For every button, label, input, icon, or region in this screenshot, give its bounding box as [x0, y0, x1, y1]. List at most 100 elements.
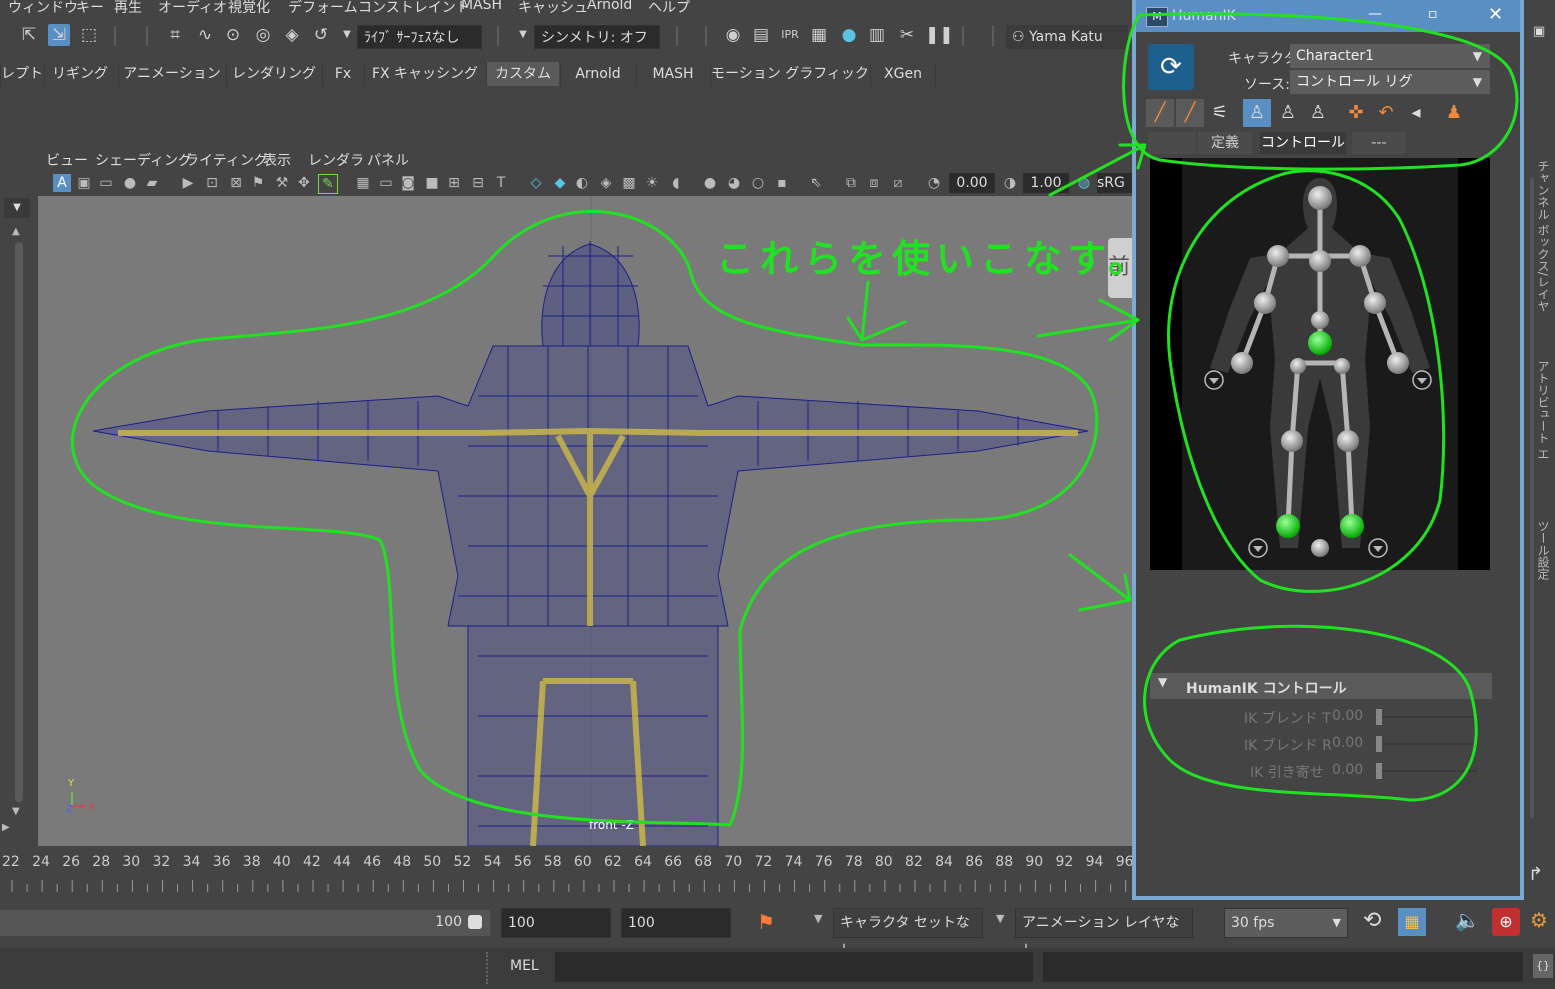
shelf-tab-animation[interactable]: アニメーション — [118, 62, 225, 86]
pin-translation-icon[interactable]: ✜ — [1342, 99, 1370, 127]
xray-components-icon[interactable]: ⧄ — [889, 174, 907, 192]
bookmark-icon[interactable]: ▭ — [97, 174, 115, 192]
tab-definition[interactable]: 定義 — [1198, 132, 1252, 154]
right-scrollbar[interactable] — [1530, 178, 1534, 818]
render-view-icon[interactable]: ◉ — [722, 24, 744, 46]
panel-menu-view[interactable]: ビュー — [46, 150, 88, 170]
two-d-pan-icon[interactable]: ▰ — [143, 174, 161, 192]
expand-right-icon[interactable]: ▶ — [2, 822, 14, 836]
select-component-icon[interactable]: ⬚ — [78, 24, 100, 46]
tab-controls[interactable]: コントロール — [1260, 132, 1346, 154]
left-scrollbar[interactable] — [15, 242, 23, 802]
isolate-select-icon[interactable]: ⇖ — [807, 174, 825, 192]
grid-icon[interactable]: ▦ — [354, 174, 372, 192]
camera-icon[interactable]: ▶ — [179, 174, 197, 192]
shelf-tab-motion-graphics[interactable]: モーション グラフィックス — [710, 62, 869, 106]
shelf-tab-fx-caching[interactable]: FX キャッシング — [364, 62, 485, 86]
pin-rotation-icon[interactable]: ↶ — [1372, 99, 1400, 127]
shelf-tab-rigging[interactable]: リギング — [44, 62, 115, 86]
dock-tab-tool-settings[interactable]: ツール設定 — [1532, 520, 1552, 650]
menu-visualize[interactable]: 視覚化 — [228, 0, 270, 16]
menu-deform[interactable]: デフォーム — [288, 0, 358, 16]
range-slider[interactable]: 100 — [0, 910, 490, 936]
pencil-icon[interactable]: ✎ — [318, 174, 338, 194]
close-icon[interactable]: ✕ — [1488, 4, 1508, 25]
ipr-render-icon[interactable]: IPR — [779, 24, 801, 46]
symmetry-field[interactable]: シンメトリ: オフ — [534, 25, 660, 49]
textured-icon[interactable]: ◈ — [597, 174, 615, 192]
pause-icon[interactable]: ❚❚ — [925, 24, 954, 46]
shelf-tab-arnold[interactable]: Arnold — [560, 62, 635, 86]
menu-window[interactable]: ウィンドウ — [8, 0, 78, 16]
humanik-title-bar[interactable]: M HumanIK — ▫ ✕ — [1136, 0, 1520, 32]
bookmark-flag-icon[interactable]: ⚑ — [249, 174, 267, 192]
render-setup-icon[interactable]: ✂ — [896, 24, 918, 46]
shelf-tab-custom[interactable]: カスタム — [486, 62, 559, 86]
xray-joints-icon[interactable]: ⧈ — [865, 174, 883, 192]
menu-constrain[interactable]: コンストレイント — [358, 0, 470, 16]
snap-grid-icon[interactable]: ⌗ — [164, 24, 186, 46]
command-mode-label[interactable]: MEL — [510, 958, 539, 974]
dock-tab-attribute-editor[interactable]: アトリビュート エディタ — [1532, 360, 1552, 470]
xray-icon[interactable]: ⧉ — [842, 174, 860, 192]
chevron-down-icon[interactable]: ▼ — [336, 24, 358, 46]
menu-arnold[interactable]: Arnold — [587, 0, 632, 13]
character-select[interactable]: Character1 — [1290, 44, 1490, 68]
shelf-tab-fx[interactable]: Fx — [322, 62, 363, 86]
chevron-down-icon[interactable]: ▼ — [996, 912, 1004, 925]
shelf-tab-xgen[interactable]: XGen — [870, 62, 936, 86]
viewport-front[interactable]: Y X Z front -Z 前 — [38, 196, 1132, 846]
exposure-icon[interactable]: ◔ — [925, 174, 943, 192]
motion-blur-icon[interactable]: ◕ — [725, 174, 743, 192]
panel-menu-show[interactable]: 表示 — [263, 150, 291, 170]
render-settings-icon[interactable]: ▦ — [808, 24, 830, 46]
screen-space-ao-icon[interactable]: ● — [701, 174, 719, 192]
image-plane-icon[interactable]: ● — [121, 174, 139, 192]
full-body-keying-icon[interactable]: ╱ — [1146, 99, 1174, 127]
panel-menu-renderer[interactable]: レンダラ — [308, 150, 364, 170]
humanik-controls-header[interactable]: ▼ HumanIK コントロール — [1150, 673, 1492, 699]
menu-help[interactable]: ヘルプ — [648, 0, 690, 16]
field-chart-icon[interactable]: ⊞ — [445, 174, 463, 192]
gate-mask-icon[interactable]: ■ — [423, 174, 441, 192]
grease-pencil-icon[interactable]: ⚒ — [273, 174, 291, 192]
gamma-field[interactable]: 1.00 — [1023, 173, 1069, 193]
chevron-down-icon[interactable]: ▼ — [512, 24, 534, 46]
auto-key-icon[interactable]: ⊕ — [1492, 908, 1520, 936]
dock-expand-icon[interactable]: ↱ — [1528, 864, 1543, 885]
chevron-down-icon[interactable]: ▼ — [814, 912, 822, 925]
cache-playback-icon[interactable]: ▦ — [1398, 908, 1426, 936]
ik-blend-t-value[interactable]: 0.00 — [1332, 708, 1363, 724]
user-account-button[interactable]: ⚇ Yama Katu — [1006, 25, 1128, 49]
mirror-icon[interactable]: ◂ — [1402, 99, 1430, 127]
gamma-icon[interactable]: ◑ — [1001, 174, 1019, 192]
playback-end-field[interactable]: 100 — [501, 908, 611, 938]
sound-icon[interactable]: 🔈 — [1455, 908, 1480, 932]
smooth-shade-icon[interactable]: ◆ — [551, 174, 569, 192]
camera-lock-icon[interactable]: ⊡ — [203, 174, 221, 192]
script-editor-icon[interactable]: {} — [1533, 954, 1553, 978]
dock-tab-channel-box[interactable]: チャンネル ボックス/レイヤ エディタ — [1532, 160, 1552, 320]
film-gate-icon[interactable]: ⊠ — [227, 174, 245, 192]
snap-point-icon[interactable]: ⊙ — [222, 24, 244, 46]
exposure-field[interactable]: 0.00 — [949, 173, 995, 193]
animation-layer-field[interactable]: アニメーション レイヤなし — [1015, 908, 1193, 959]
minimize-icon[interactable]: — — [1368, 6, 1388, 26]
body-part-keying-icon[interactable]: ╱ — [1176, 99, 1204, 127]
shelf-tab-rendering[interactable]: レンダリング — [226, 62, 321, 86]
render-frame-icon[interactable]: ▤ — [750, 24, 772, 46]
menu-cache[interactable]: キャッシュ — [518, 0, 588, 16]
lighting-icon[interactable]: ☀ — [643, 174, 661, 192]
scroll-down-icon[interactable]: ▼ — [12, 806, 24, 820]
chevron-down-icon[interactable]: ▼ — [4, 198, 30, 218]
key-bookmark-icon[interactable]: ⚑ — [757, 910, 775, 934]
command-input[interactable] — [555, 952, 1033, 982]
select-object-icon[interactable]: ⇲ — [48, 24, 70, 46]
select-hierarchy-icon[interactable]: ⇱ — [18, 24, 40, 46]
resolution-gate-icon[interactable]: ◙ — [399, 174, 417, 192]
menu-key[interactable]: キー — [76, 0, 104, 16]
select-camera-icon[interactable]: A — [53, 174, 71, 192]
snap-view-icon[interactable]: ◎ — [252, 24, 274, 46]
safe-action-icon[interactable]: ⊟ — [469, 174, 487, 192]
snap-live-icon[interactable]: ↺ — [310, 24, 332, 46]
